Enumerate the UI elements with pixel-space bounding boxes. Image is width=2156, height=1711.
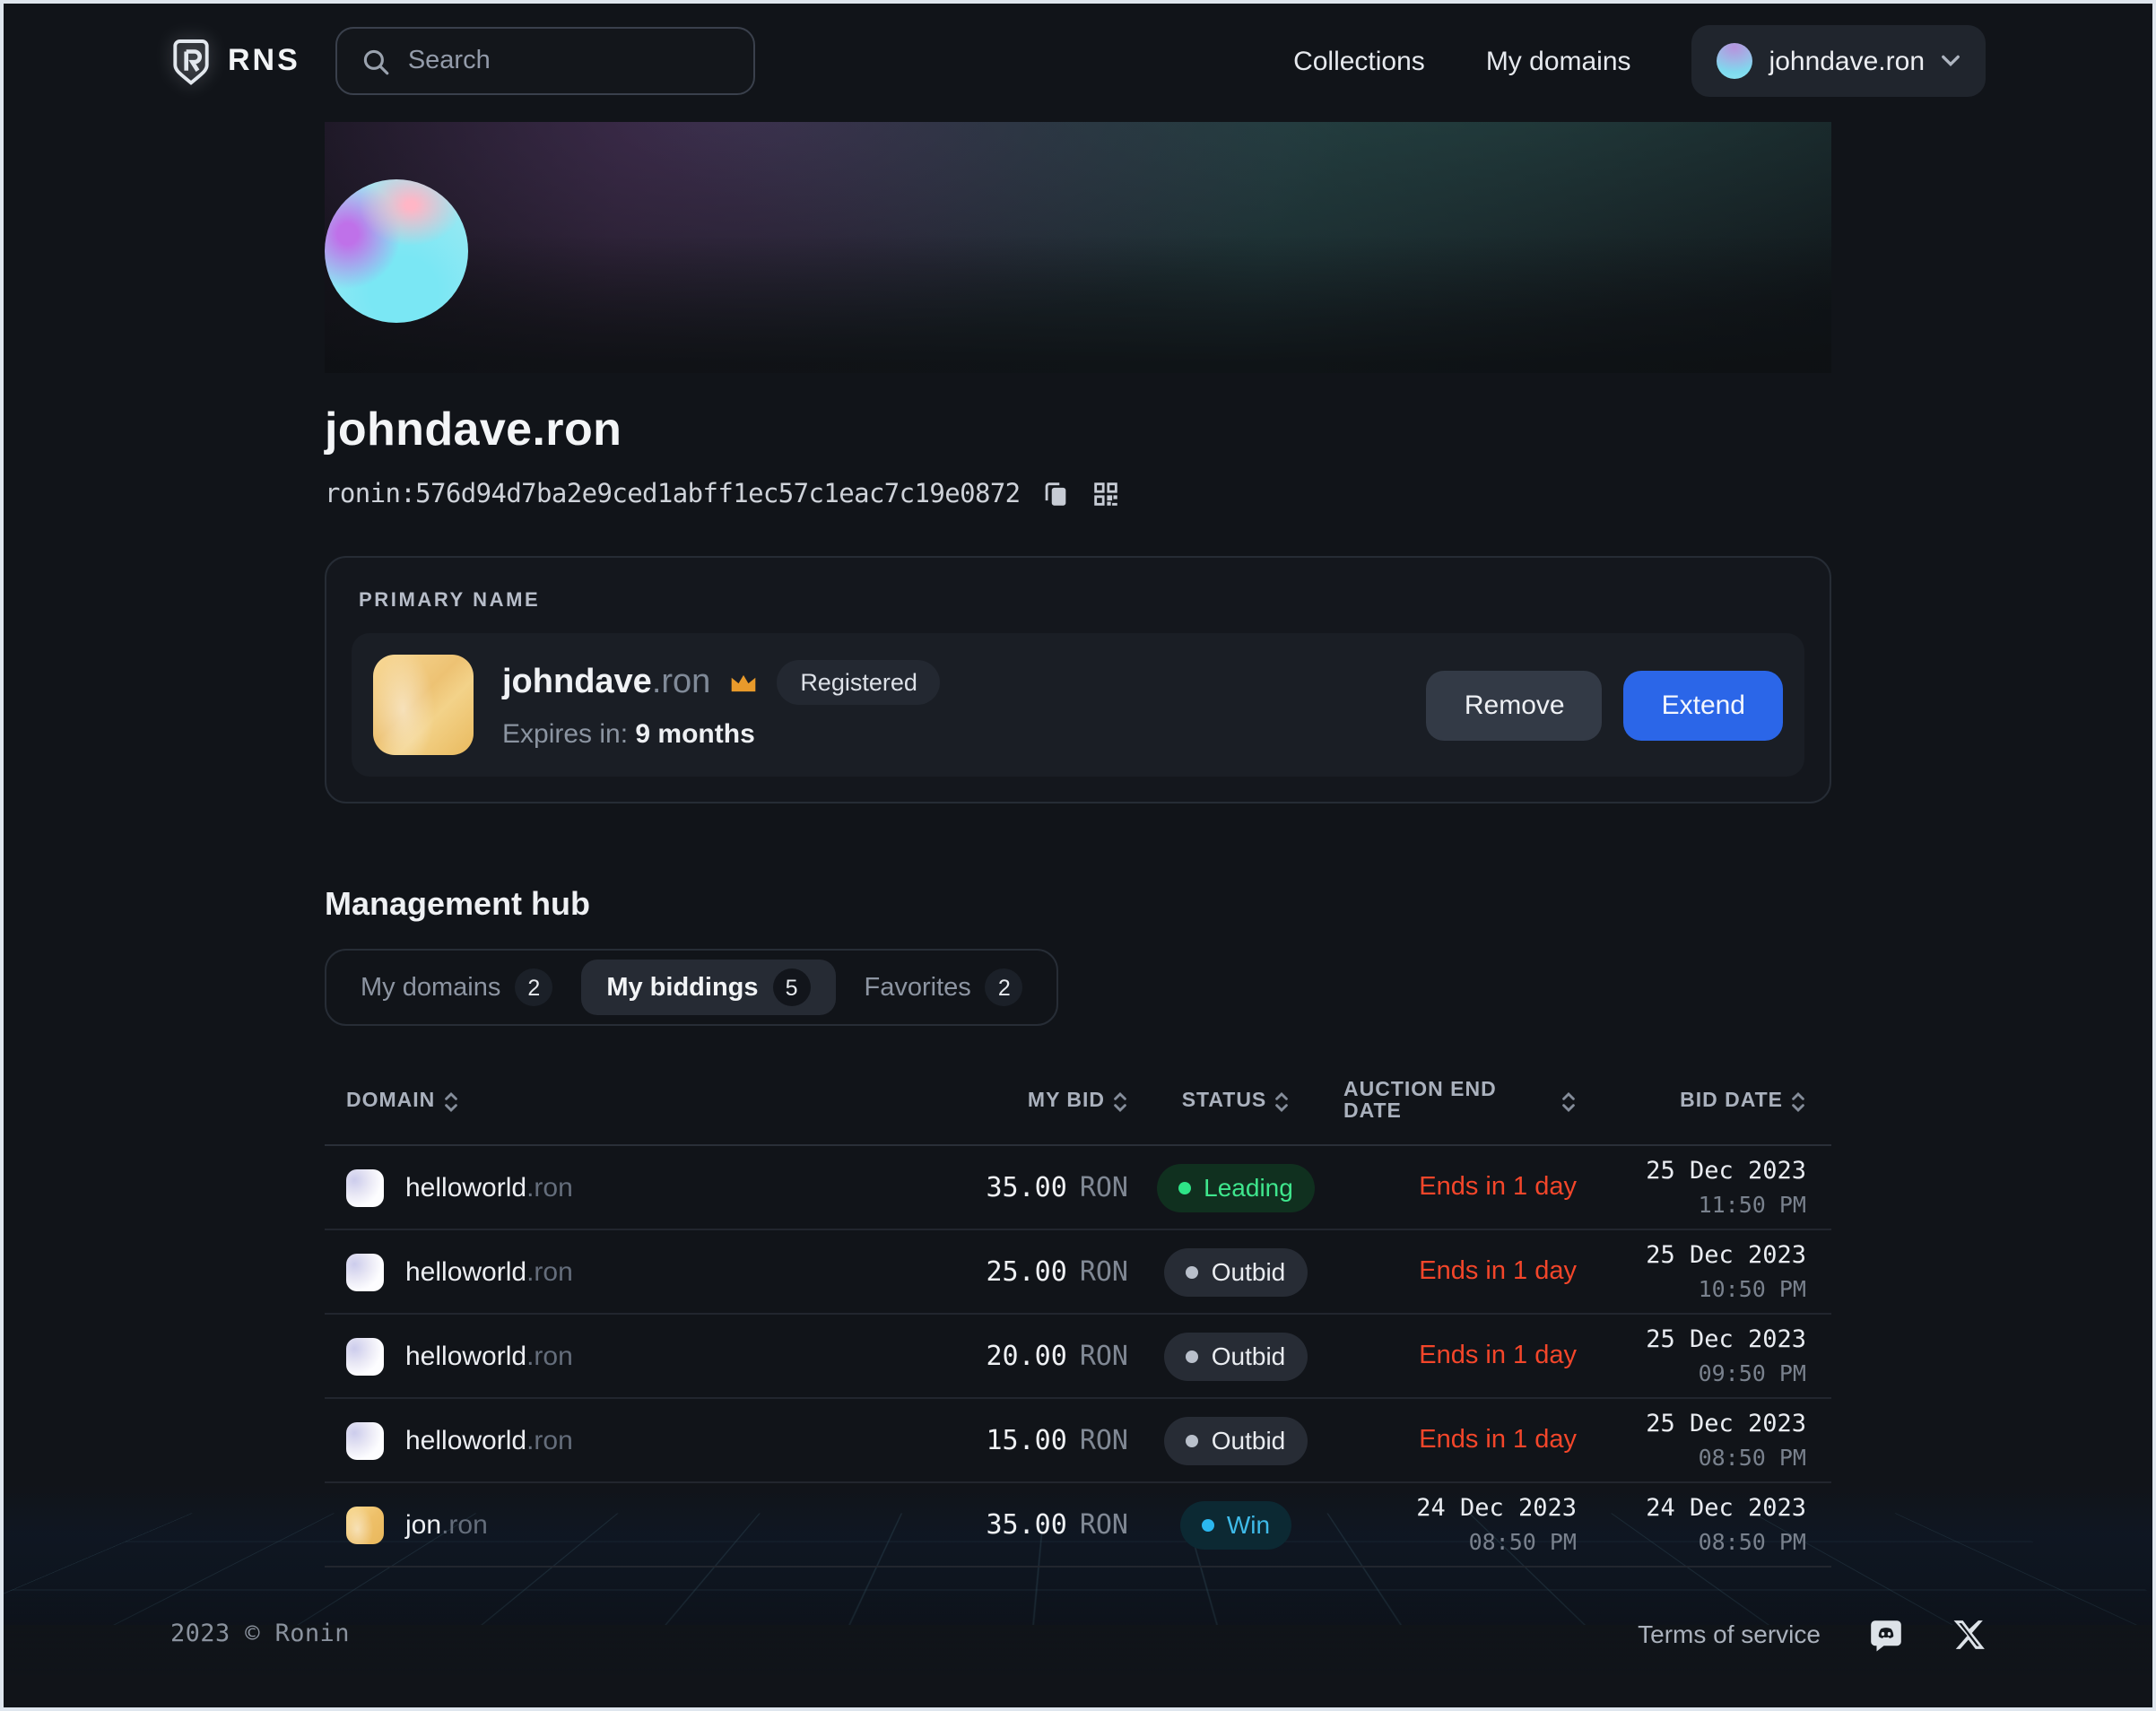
user-name: johndave.ron xyxy=(1769,46,1925,76)
wallet-address: ronin:576d94d7ba2e9ced1abff1ec57c1eac7c1… xyxy=(325,480,1021,508)
column-header-auction-end[interactable]: AUCTION END DATE xyxy=(1343,1080,1577,1123)
status-dot xyxy=(1187,1350,1199,1362)
footer: 2023 © Ronin Terms of service xyxy=(0,1593,2156,1675)
table-row[interactable]: helloworld.ron 15.00RON Outbid Ends in 1… xyxy=(325,1399,1831,1483)
x-twitter-icon[interactable] xyxy=(1952,1617,1986,1651)
count-badge: 2 xyxy=(986,968,1023,1006)
profile-avatar xyxy=(325,179,468,323)
qr-code-icon[interactable] xyxy=(1091,479,1121,509)
rns-logo[interactable]: RNS xyxy=(170,37,300,85)
domain-name: helloworld.ron xyxy=(405,1172,573,1203)
nav-collections[interactable]: Collections xyxy=(1293,46,1425,76)
domain-name: helloworld.ron xyxy=(405,1256,573,1287)
table-row[interactable]: helloworld.ron 35.00RON Leading Ends in … xyxy=(325,1146,1831,1230)
primary-name-card: PRIMARY NAME johndave.ron Registered Exp… xyxy=(325,556,1831,803)
status-badge: Leading xyxy=(1157,1163,1315,1212)
auction-countdown: Ends in 1 day xyxy=(1419,1342,1577,1370)
search-bar[interactable] xyxy=(336,27,756,95)
primary-name-item: johndave.ron Registered Expires in: 9 mo… xyxy=(352,633,1804,777)
primary-name-label: PRIMARY NAME xyxy=(352,583,1804,633)
nav-my-domains[interactable]: My domains xyxy=(1486,46,1631,76)
extend-button[interactable]: Extend xyxy=(1624,670,1783,740)
domain-thumbnail xyxy=(346,1168,384,1206)
bid-date: 25 Dec 202309:50 PM xyxy=(1646,1325,1806,1386)
bid-date: 25 Dec 202310:50 PM xyxy=(1646,1241,1806,1302)
auction-countdown: Ends in 1 day xyxy=(1419,1426,1577,1455)
status-dot xyxy=(1187,1265,1199,1278)
tab-favorites[interactable]: Favorites 2 xyxy=(839,960,1048,1015)
brand-text: RNS xyxy=(228,43,300,79)
table-header: DOMAIN MY BID STATUS AUCTION END DATE BI… xyxy=(325,1080,1831,1146)
domain-thumbnail xyxy=(346,1337,384,1375)
count-badge: 2 xyxy=(515,968,552,1006)
domain-thumbnail xyxy=(346,1253,384,1290)
table-row[interactable]: helloworld.ron 25.00RON Outbid Ends in 1… xyxy=(325,1230,1831,1315)
domain-thumbnail xyxy=(346,1421,384,1459)
terms-of-service-link[interactable]: Terms of service xyxy=(1638,1620,1821,1648)
tab-my-biddings[interactable]: My biddings 5 xyxy=(581,960,835,1015)
domain-name: helloworld.ron xyxy=(405,1425,573,1455)
user-avatar xyxy=(1717,43,1753,79)
status-badge: Outbid xyxy=(1165,1247,1308,1296)
table-row[interactable]: jon.ron 35.00RON Win 24 Dec 202308:50 PM… xyxy=(325,1483,1831,1568)
primary-domain-name: johndave.ron xyxy=(502,663,710,702)
search-icon xyxy=(361,46,392,76)
copyright-text: 2023 © Ronin xyxy=(170,1620,350,1648)
domain-name: helloworld.ron xyxy=(405,1341,573,1371)
column-header-bid-date[interactable]: BID DATE xyxy=(1577,1090,1831,1113)
status-badge: Win xyxy=(1180,1500,1291,1549)
user-menu[interactable]: johndave.ron xyxy=(1692,25,1986,97)
status-badge: Outbid xyxy=(1165,1416,1308,1464)
expiry-text: Expires in: 9 months xyxy=(502,719,941,750)
count-badge: 5 xyxy=(773,968,811,1006)
bid-date: 24 Dec 202308:50 PM xyxy=(1646,1494,1806,1555)
app-window: RNS Collections My domains johndave.ron … xyxy=(0,0,2156,1711)
profile-banner xyxy=(325,122,1831,373)
copy-icon[interactable] xyxy=(1040,479,1071,509)
sort-icon xyxy=(1274,1090,1290,1113)
remove-button[interactable]: Remove xyxy=(1427,670,1603,740)
status-badge: Outbid xyxy=(1165,1332,1308,1380)
crown-icon xyxy=(728,670,759,695)
domain-thumbnail xyxy=(346,1506,384,1543)
page-title: johndave.ron xyxy=(325,402,1831,457)
top-nav: RNS Collections My domains johndave.ron xyxy=(0,0,2156,122)
sort-icon xyxy=(1790,1090,1806,1113)
search-input[interactable] xyxy=(408,47,731,75)
status-dot xyxy=(1187,1434,1199,1446)
chevron-down-icon xyxy=(1941,54,1960,68)
auction-countdown: Ends in 1 day xyxy=(1419,1257,1577,1286)
column-header-status[interactable]: STATUS xyxy=(1128,1090,1343,1113)
tab-bar: My domains 2 My biddings 5 Favorites 2 xyxy=(325,949,1059,1026)
bid-date: 25 Dec 202308:50 PM xyxy=(1646,1410,1806,1471)
tab-my-domains[interactable]: My domains 2 xyxy=(335,960,578,1015)
sort-icon xyxy=(1112,1090,1128,1113)
status-badge: Registered xyxy=(777,660,941,705)
sort-icon xyxy=(442,1090,458,1113)
biddings-table: DOMAIN MY BID STATUS AUCTION END DATE BI… xyxy=(325,1080,1831,1568)
discord-icon[interactable] xyxy=(1867,1615,1905,1653)
bid-date: 25 Dec 202311:50 PM xyxy=(1646,1157,1806,1218)
column-header-domain[interactable]: DOMAIN xyxy=(325,1090,877,1113)
status-dot xyxy=(1178,1181,1191,1194)
sort-icon xyxy=(1560,1090,1577,1113)
ronin-shield-icon xyxy=(170,37,212,85)
domain-thumbnail xyxy=(373,655,474,755)
section-title: Management hub xyxy=(325,886,1831,924)
auction-countdown: Ends in 1 day xyxy=(1419,1173,1577,1202)
table-row[interactable]: helloworld.ron 20.00RON Outbid Ends in 1… xyxy=(325,1315,1831,1399)
status-dot xyxy=(1202,1518,1214,1531)
column-header-my-bid[interactable]: MY BID xyxy=(877,1090,1128,1113)
domain-name: jon.ron xyxy=(405,1509,488,1540)
